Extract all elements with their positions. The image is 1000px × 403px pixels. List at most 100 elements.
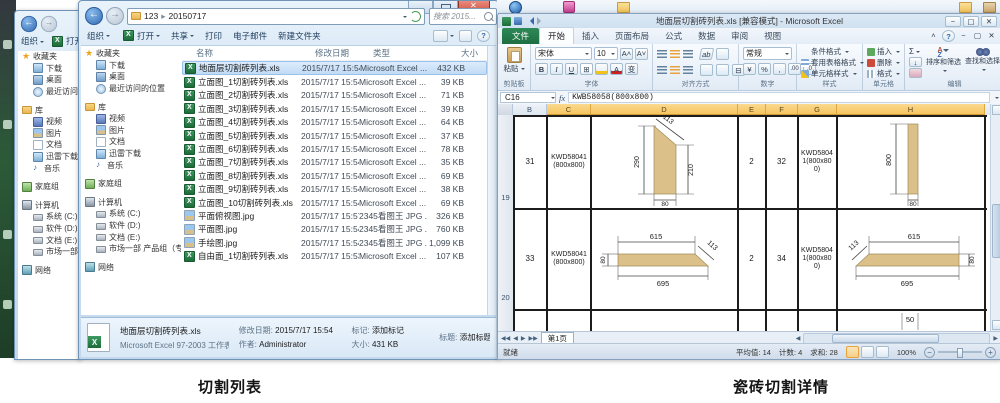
sidebar-item-homegroup[interactable]: 家庭组 (81, 178, 181, 190)
scrollbar-vertical[interactable] (487, 46, 496, 315)
restore-button[interactable]: ▢ (963, 16, 979, 27)
scroll-right-icon[interactable]: ▶ (993, 335, 998, 342)
scrollbar-thumb[interactable] (832, 334, 939, 343)
sort-filter-button[interactable]: A Z 排序和筛选 (926, 47, 961, 74)
align-bottom-icon[interactable] (683, 50, 693, 58)
decrease-indent-icon[interactable] (700, 64, 713, 76)
zoom-slider-thumb[interactable] (957, 348, 963, 358)
sidebar-item-videos[interactable]: 视频 (18, 116, 80, 128)
page-break-view-icon[interactable] (876, 346, 889, 358)
file-row[interactable]: 平面俯视图.jpg 2015/7/17 15:57 2345看图王 JPG ..… (182, 209, 487, 222)
folder-tree-background[interactable]: 收藏夹 下载 桌面 最近访问的位置 库 视频 图片 文档 迅雷下载 音乐 家庭组… (18, 51, 80, 359)
sidebar-item-libraries[interactable]: 库 (18, 104, 80, 116)
sidebar-item-share[interactable]: 市场一部 产品组（专用） (18, 246, 80, 258)
open-button[interactable]: 打开 (50, 35, 81, 47)
find-select-button[interactable]: 查找和选择 (965, 47, 1000, 73)
app-icon[interactable] (563, 1, 575, 13)
insert-sheet-tab[interactable] (577, 334, 587, 343)
cell-c20[interactable]: KWD58041(800x800) (549, 210, 589, 307)
sidebar-item-favorites[interactable]: 收藏夹 (81, 48, 181, 60)
scroll-up-icon[interactable] (992, 105, 1000, 115)
column-header-date[interactable]: 修改日期 (315, 47, 373, 59)
tab-page-layout[interactable]: 页面布局 (607, 28, 657, 44)
workbook-restore-icon[interactable]: ▢ (972, 30, 983, 40)
italic-button[interactable]: I (550, 63, 563, 75)
file-row[interactable]: 平面图.jpg 2015/7/17 15:54 2345看图王 JPG ... … (182, 223, 487, 236)
desktop-shortcut-icon[interactable] (3, 230, 12, 239)
sidebar-item-favorites[interactable]: 收藏夹 (18, 51, 80, 63)
clear-icon[interactable] (909, 68, 922, 78)
scrollbar-vertical[interactable] (990, 104, 1000, 331)
organize-button[interactable]: 组织 (87, 30, 110, 42)
column-header-h[interactable]: H (837, 104, 985, 115)
increase-indent-icon[interactable] (716, 64, 729, 76)
zoom-in-icon[interactable]: + (985, 347, 996, 358)
sidebar-item-music[interactable]: 音乐 (18, 162, 80, 174)
row-header-20[interactable]: 20 (498, 293, 513, 302)
workbook-minimize-icon[interactable]: − (958, 30, 969, 40)
normal-view-icon[interactable] (846, 346, 859, 358)
file-row[interactable]: 自由面_1切割砖列表.xls 2015/7/17 15:53 Microsoft… (182, 249, 487, 262)
column-header-b[interactable]: B (513, 104, 547, 115)
cell-styles-button[interactable]: 单元格样式 (801, 68, 858, 79)
scroll-down-icon[interactable] (992, 320, 1000, 330)
file-row[interactable]: 立面图_10切割砖列表.xls 2015/7/17 15:54 Microsof… (182, 196, 487, 209)
file-row[interactable]: 立面图_1切割砖列表.xls 2015/7/17 15:54 Microsoft… (182, 75, 487, 88)
cell-f19[interactable]: 32 (767, 117, 796, 206)
tab-data[interactable]: 数据 (690, 28, 723, 44)
sidebar-item-drive-e[interactable]: 文档 (E:) (18, 234, 80, 246)
file-row[interactable]: 立面图_7切割砖列表.xls 2015/7/17 15:54 Microsoft… (182, 156, 487, 169)
tab-insert[interactable]: 插入 (574, 28, 607, 44)
breadcrumb-segment[interactable]: 20150717 (168, 11, 206, 21)
workbook-close-icon[interactable]: ✕ (986, 30, 997, 40)
open-button[interactable]: 打开 (121, 30, 160, 42)
desktop-shortcut-icon[interactable] (3, 120, 12, 129)
next-sheet-icon[interactable]: ▶ (521, 335, 526, 342)
sidebar-item-drive-c[interactable]: 系统 (C:) (18, 211, 80, 223)
comma-style-icon[interactable]: , (773, 63, 786, 75)
select-all-corner[interactable] (498, 104, 513, 115)
close-button[interactable]: ✕ (981, 16, 997, 27)
grow-font-icon[interactable]: A˄ (620, 48, 633, 60)
minimize-button[interactable]: − (945, 16, 961, 27)
column-header-e[interactable]: E (738, 104, 766, 115)
tab-view[interactable]: 视图 (756, 28, 789, 44)
column-header-d[interactable]: D (591, 104, 738, 115)
name-box[interactable]: C16 (500, 92, 556, 103)
file-row[interactable]: 立面图_3切割砖列表.xls 2015/7/17 15:54 Microsoft… (182, 102, 487, 115)
scrollbar-horizontal[interactable] (803, 333, 990, 344)
sidebar-item-network[interactable]: 网络 (18, 265, 80, 277)
tab-review[interactable]: 审阅 (723, 28, 756, 44)
paste-button[interactable]: 粘贴 (504, 63, 525, 74)
desktop-shortcut-icon[interactable] (3, 300, 12, 309)
sidebar-item-desktop[interactable]: 桌面 (81, 71, 181, 83)
cell-f20[interactable]: 34 (767, 210, 796, 307)
breadcrumb-segment[interactable]: 123 (144, 11, 158, 21)
sidebar-item-thunder[interactable]: 迅雷下载 (81, 148, 181, 160)
file-row[interactable]: 立面图_5切割砖列表.xls 2015/7/17 15:54 Microsoft… (182, 129, 487, 142)
conditional-formatting-button[interactable]: 条件格式 (801, 46, 858, 57)
column-header-g[interactable]: G (798, 104, 837, 115)
organize-button[interactable]: 组织 (21, 35, 44, 47)
file-row[interactable]: 立面图_8切割砖列表.xls 2015/7/17 15:54 Microsoft… (182, 169, 487, 182)
chevron-down-icon[interactable] (450, 35, 454, 39)
sidebar-item-network[interactable]: 网络 (81, 262, 181, 274)
number-format-select[interactable]: 常规 (743, 47, 792, 60)
shrink-font-icon[interactable]: A˅ (635, 48, 648, 60)
folder-icon[interactable] (617, 2, 630, 13)
forward-icon[interactable] (106, 7, 124, 25)
folder-icon[interactable] (959, 2, 972, 13)
fill-icon[interactable]: ↓ (909, 57, 922, 67)
column-header-type[interactable]: 类型 (373, 47, 441, 59)
sidebar-item-downloads[interactable]: 下载 (81, 60, 181, 72)
align-right-icon[interactable] (683, 66, 693, 74)
sidebar-item-desktop[interactable]: 桌面 (18, 74, 80, 86)
file-row-selected[interactable]: 地面层切割砖列表.xls 2015/7/17 15:54 Microsoft E… (182, 61, 487, 75)
sidebar-item-drive-c[interactable]: 系统 (C:) (81, 208, 181, 220)
sidebar-item-drive-e[interactable]: 文档 (E:) (81, 231, 181, 243)
file-row[interactable]: 立面图_4切割砖列表.xls 2015/7/17 15:54 Microsoft… (182, 116, 487, 129)
minimize-ribbon-icon[interactable]: ˄ (928, 30, 939, 40)
align-left-icon[interactable] (657, 66, 667, 74)
row-header-19[interactable]: 19 (498, 193, 513, 202)
print-button[interactable]: 打印 (205, 30, 222, 42)
